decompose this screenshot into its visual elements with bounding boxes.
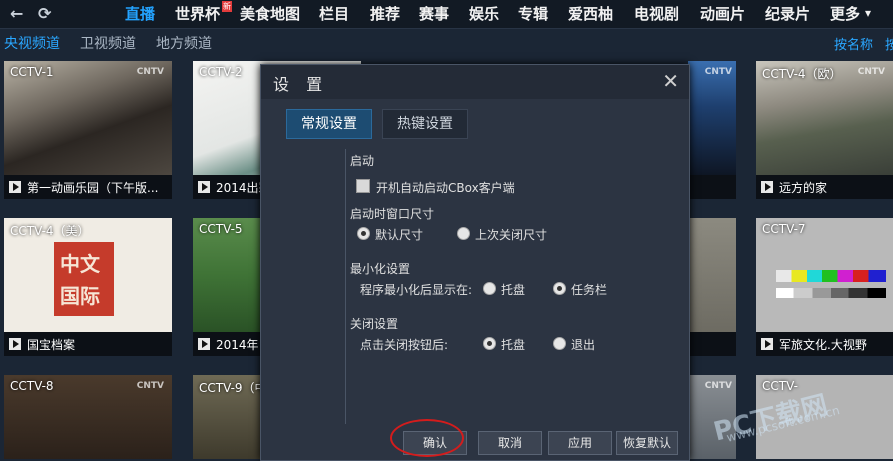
tab-hotkey-settings[interactable]: 热键设置 (382, 109, 468, 139)
play-icon[interactable] (198, 181, 210, 193)
chevron-down-icon[interactable]: ▾ (865, 6, 871, 20)
sort-by-name-link[interactable]: 按名称 (834, 34, 873, 53)
section-minimize-heading: 最小化设置 (350, 262, 411, 276)
play-icon[interactable] (9, 338, 21, 350)
radio-minimize-tray-label: 托盘 (501, 283, 526, 297)
cntv-logo: CNTV (704, 381, 732, 391)
close-icon[interactable]: ✕ (662, 69, 679, 93)
nav-tab-animation[interactable]: 动画片 (700, 3, 745, 24)
nav-tab-documentary[interactable]: 纪录片 (765, 3, 810, 24)
channel-name: CCTV-7 (762, 222, 806, 236)
program-caption: 军旅文化.大视野 (756, 332, 893, 356)
radio-last-size-label: 上次关闭尺寸 (475, 228, 548, 242)
autostart-label: 开机自动启动CBox客户端 (376, 181, 515, 195)
close-prompt: 点击关闭按钮后: (360, 338, 449, 352)
channel-name: CCTV-9（中 (199, 381, 267, 395)
channel-card-cctv4-america[interactable]: 中文 国际 CCTV-4（美） 国宝档案 (4, 218, 172, 356)
seal-logo: 中文 国际 (54, 242, 114, 316)
play-icon[interactable] (761, 338, 773, 350)
channel-card-partial[interactable] (688, 218, 736, 356)
nav-tab-food-map[interactable]: 美食地图 (240, 3, 300, 24)
cancel-button[interactable]: 取消 (478, 431, 542, 455)
autostart-checkbox[interactable] (356, 179, 370, 193)
refresh-icon[interactable]: ⟳ (38, 4, 51, 23)
nav-tab-worldcup[interactable]: 世界杯 (175, 3, 220, 24)
radio-last-size[interactable] (457, 227, 470, 240)
channel-card-cctv7[interactable]: CCTV-7 军旅文化.大视野 (756, 218, 893, 356)
program-title: 第一动画乐园（下午版... (27, 181, 159, 195)
divider (345, 149, 346, 424)
cntv-logo: CNTV (857, 67, 885, 77)
program-title: 远方的家 (779, 181, 828, 195)
gray-bars (776, 288, 886, 298)
cntv-logo: CNTV (704, 67, 732, 77)
sort-link-partial[interactable]: 按 (885, 34, 893, 53)
channel-name: CCTV-1 (10, 65, 54, 79)
program-caption (688, 175, 736, 199)
channel-name: CCTV-8 (10, 379, 54, 393)
channel-card-cctv4-europe[interactable]: CCTV-4（欧） CNTV 远方的家 (756, 61, 893, 199)
radio-minimize-taskbar[interactable] (553, 282, 566, 295)
apply-button[interactable]: 应用 (548, 431, 612, 455)
nav-tab-aixiyou[interactable]: 爱西柚 (568, 3, 613, 24)
section-startup-heading: 启动 (350, 154, 375, 168)
tab-general-settings[interactable]: 常规设置 (286, 109, 372, 139)
radio-close-exit[interactable] (553, 337, 566, 350)
radio-minimize-tray[interactable] (483, 282, 496, 295)
play-icon[interactable] (9, 181, 21, 193)
seal-text: 中文 (60, 252, 100, 276)
dialog-header: 设 置 ✕ (261, 65, 689, 99)
dialog-title: 设 置 (273, 75, 329, 94)
top-navigation-bar: ← ⟳ 直播 世界杯 新 美食地图 栏目 推荐 赛事 娱乐 专辑 爱西柚 电视剧… (0, 0, 893, 29)
minimize-prompt: 程序最小化后显示在: (360, 283, 473, 297)
channel-thumbnail (688, 61, 736, 175)
restore-defaults-button[interactable]: 恢复默认 (616, 431, 678, 455)
radio-minimize-taskbar-label: 任务栏 (571, 283, 608, 297)
nav-tab-more[interactable]: 更多 (830, 3, 860, 24)
channel-name: CCTV-4（欧） (762, 67, 842, 81)
channel-name: CCTV-2 (199, 65, 243, 79)
radio-close-tray[interactable] (483, 337, 496, 350)
program-caption: 国宝档案 (4, 332, 172, 356)
subtab-cctv-channels[interactable]: 央视频道 (4, 33, 60, 53)
program-caption (688, 332, 736, 356)
nav-tab-albums[interactable]: 专辑 (518, 3, 548, 24)
section-window-size-heading: 启动时窗口尺寸 (350, 207, 435, 221)
radio-default-size-label: 默认尺寸 (375, 228, 424, 242)
seal-text: 国际 (60, 284, 100, 308)
cntv-logo: CNTV (136, 381, 164, 391)
radio-close-exit-label: 退出 (571, 338, 596, 352)
play-icon[interactable] (198, 338, 210, 350)
channel-card-cctv1[interactable]: CCTV-1 CNTV 第一动画乐园（下午版... (4, 61, 172, 199)
program-title: 军旅文化.大视野 (779, 338, 867, 352)
nav-tab-recommend[interactable]: 推荐 (370, 3, 400, 24)
channel-card-news-partial[interactable]: CNTV (688, 61, 736, 199)
section-close-heading: 关闭设置 (350, 317, 399, 331)
settings-dialog: 设 置 ✕ 常规设置 热键设置 启动 开机自动启动CBox客户端 启动时窗口尺寸… (260, 64, 690, 461)
channel-category-bar: 央视频道 卫视频道 地方频道 按名称 按 (0, 29, 893, 56)
new-badge: 新 (222, 1, 232, 12)
channel-thumbnail (688, 218, 736, 332)
program-caption: 远方的家 (756, 175, 893, 199)
nav-tab-entertainment[interactable]: 娱乐 (469, 3, 499, 24)
program-caption: 第一动画乐园（下午版... (4, 175, 172, 199)
play-icon[interactable] (761, 181, 773, 193)
cntv-logo: CNTV (136, 67, 164, 77)
subtab-satellite-channels[interactable]: 卫视频道 (80, 33, 136, 53)
back-arrow-icon[interactable]: ← (10, 4, 23, 23)
channel-name: CCTV-5 (199, 222, 243, 236)
nav-tab-columns[interactable]: 栏目 (319, 3, 349, 24)
color-bars (776, 270, 886, 282)
nav-tab-live[interactable]: 直播 (125, 3, 155, 24)
radio-close-tray-label: 托盘 (501, 338, 526, 352)
channel-name: CCTV-4（美） (10, 224, 90, 238)
highlight-ring (390, 419, 464, 457)
radio-default-size[interactable] (357, 227, 370, 240)
nav-tab-events[interactable]: 赛事 (419, 3, 449, 24)
program-title: 国宝档案 (27, 338, 76, 352)
subtab-local-channels[interactable]: 地方频道 (156, 33, 212, 53)
nav-tab-tv-series[interactable]: 电视剧 (634, 3, 679, 24)
channel-card-cctv8[interactable]: CCTV-8 CNTV (4, 375, 172, 459)
